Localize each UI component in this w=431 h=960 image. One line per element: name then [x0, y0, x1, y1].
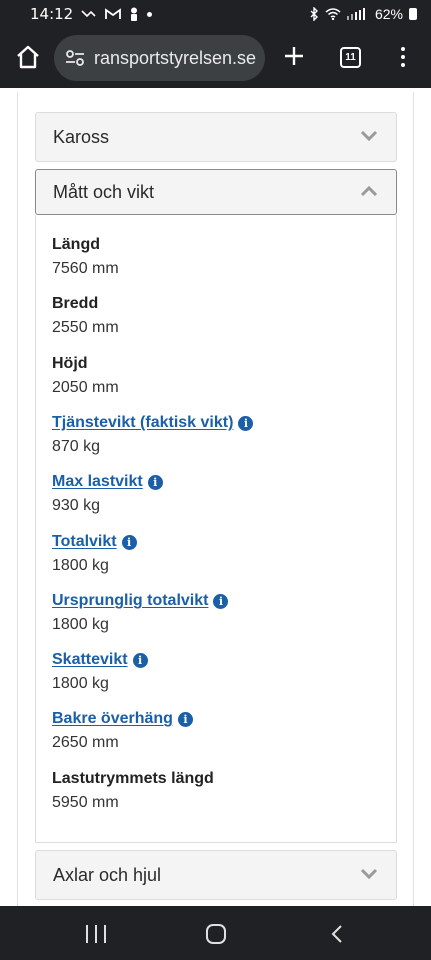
field-link-skattevikt[interactable]: Skattevikt i [52, 651, 148, 669]
field-tjanstevikt: Tjänstevikt (faktisk vikt) i 870 kg [52, 414, 254, 456]
field-link-totalvikt[interactable]: Totalvikt i [52, 533, 137, 551]
tab-switcher-button[interactable]: 11 [340, 47, 361, 68]
field-totalvikt: Totalvikt i 1800 kg [52, 533, 137, 575]
status-bar: 14:12 62% [0, 0, 431, 28]
field-link-label: Skattevikt [52, 651, 128, 668]
system-home-icon[interactable] [206, 924, 226, 944]
address-bar[interactable]: ransportstyrelsen.se [54, 35, 265, 81]
new-tab-icon[interactable] [282, 44, 306, 68]
bluetooth-icon [310, 7, 318, 21]
field-link-label: Ursprunglig totalvikt [52, 592, 209, 609]
info-icon[interactable]: i [147, 474, 163, 490]
field-link-tjanstevikt[interactable]: Tjänstevikt (faktisk vikt) i [52, 414, 254, 432]
system-icons: 62% [309, 6, 417, 22]
field-ursprunglig-totalvikt: Ursprunglig totalvikt i 1800 kg [52, 592, 229, 634]
field-label: Längd [52, 236, 100, 253]
site-settings-icon[interactable] [64, 47, 86, 69]
info-icon[interactable]: i [132, 652, 148, 668]
home-icon[interactable] [14, 43, 42, 71]
accordion-axlar-och-hjul[interactable]: Axlar och hjul [35, 850, 397, 900]
field-hojd: Höjd 2050 mm [52, 355, 119, 397]
field-lastutrymmets-langd: Lastutrymmets längd 5950 mm [52, 770, 214, 812]
accordion-kaross-label: Kaross [53, 126, 110, 147]
accordion-axlar-och-hjul-label: Axlar och hjul [53, 864, 162, 885]
page-content: Kaross Mått och vikt Längd 7560 mm Bredd… [0, 88, 431, 906]
overflow-menu-icon[interactable] [396, 44, 410, 70]
field-link-label: Bakre överhäng [52, 710, 173, 727]
accordion-kaross[interactable]: Kaross [35, 112, 397, 162]
system-navigation-bar [0, 906, 431, 960]
chevron-down-icon [360, 868, 378, 880]
accordion-matt-och-vikt[interactable]: Mått och vikt [35, 169, 397, 215]
field-label: Lastutrymmets längd [52, 770, 214, 787]
field-max-lastvikt: Max lastvikt i 930 kg [52, 473, 163, 515]
chevron-up-icon [360, 185, 378, 197]
battery-icon [409, 8, 417, 20]
field-value: 1800 kg [52, 557, 109, 574]
field-bredd: Bredd 2550 mm [52, 295, 119, 337]
field-value: 2050 mm [52, 379, 119, 396]
notification-icons [81, 7, 153, 21]
more-notifications-dot-icon [147, 11, 153, 17]
field-link-label: Tjänstevikt (faktisk vikt) [52, 414, 234, 431]
field-value: 870 kg [52, 438, 101, 455]
field-skattevikt: Skattevikt i 1800 kg [52, 651, 148, 693]
signal-icon [346, 8, 365, 20]
accordion-matt-och-vikt-label: Mått och vikt [53, 181, 155, 202]
field-label: Bredd [52, 295, 99, 312]
field-value: 5950 mm [52, 794, 119, 811]
info-icon[interactable]: i [238, 415, 254, 431]
info-icon[interactable]: i [121, 534, 137, 550]
battery-percentage: 62% [374, 6, 403, 22]
wifi-icon [325, 8, 341, 20]
field-link-label: Max lastvikt [52, 473, 143, 490]
field-link-label: Totalvikt [52, 533, 117, 550]
field-value: 930 kg [52, 497, 101, 514]
person-icon [131, 7, 138, 21]
recent-apps-icon[interactable] [86, 925, 106, 943]
field-value: 1800 kg [52, 616, 109, 633]
field-label: Höjd [52, 355, 88, 372]
field-bakre-overhang: Bakre överhäng i 2650 mm [52, 710, 193, 752]
field-value: 7560 mm [52, 260, 119, 277]
status-time: 14:12 [30, 5, 74, 23]
chevron-down-icon [360, 130, 378, 142]
browser-toolbar: ransportstyrelsen.se 11 [0, 28, 431, 88]
field-value: 2650 mm [52, 734, 119, 751]
field-link-max-lastvikt[interactable]: Max lastvikt i [52, 473, 163, 491]
back-icon[interactable] [330, 924, 344, 944]
field-link-bakre-overhang[interactable]: Bakre överhäng i [52, 710, 193, 728]
gmail-icon [105, 8, 122, 19]
missed-call-icon [81, 10, 96, 18]
field-value: 2550 mm [52, 319, 119, 336]
field-value: 1800 kg [52, 675, 109, 692]
tab-count: 11 [345, 52, 356, 63]
field-link-ursprunglig-totalvikt[interactable]: Ursprunglig totalvikt i [52, 592, 229, 610]
field-langd: Längd 7560 mm [52, 236, 119, 278]
info-icon[interactable]: i [213, 593, 229, 609]
info-icon[interactable]: i [177, 711, 193, 727]
url-text: ransportstyrelsen.se [94, 47, 257, 68]
